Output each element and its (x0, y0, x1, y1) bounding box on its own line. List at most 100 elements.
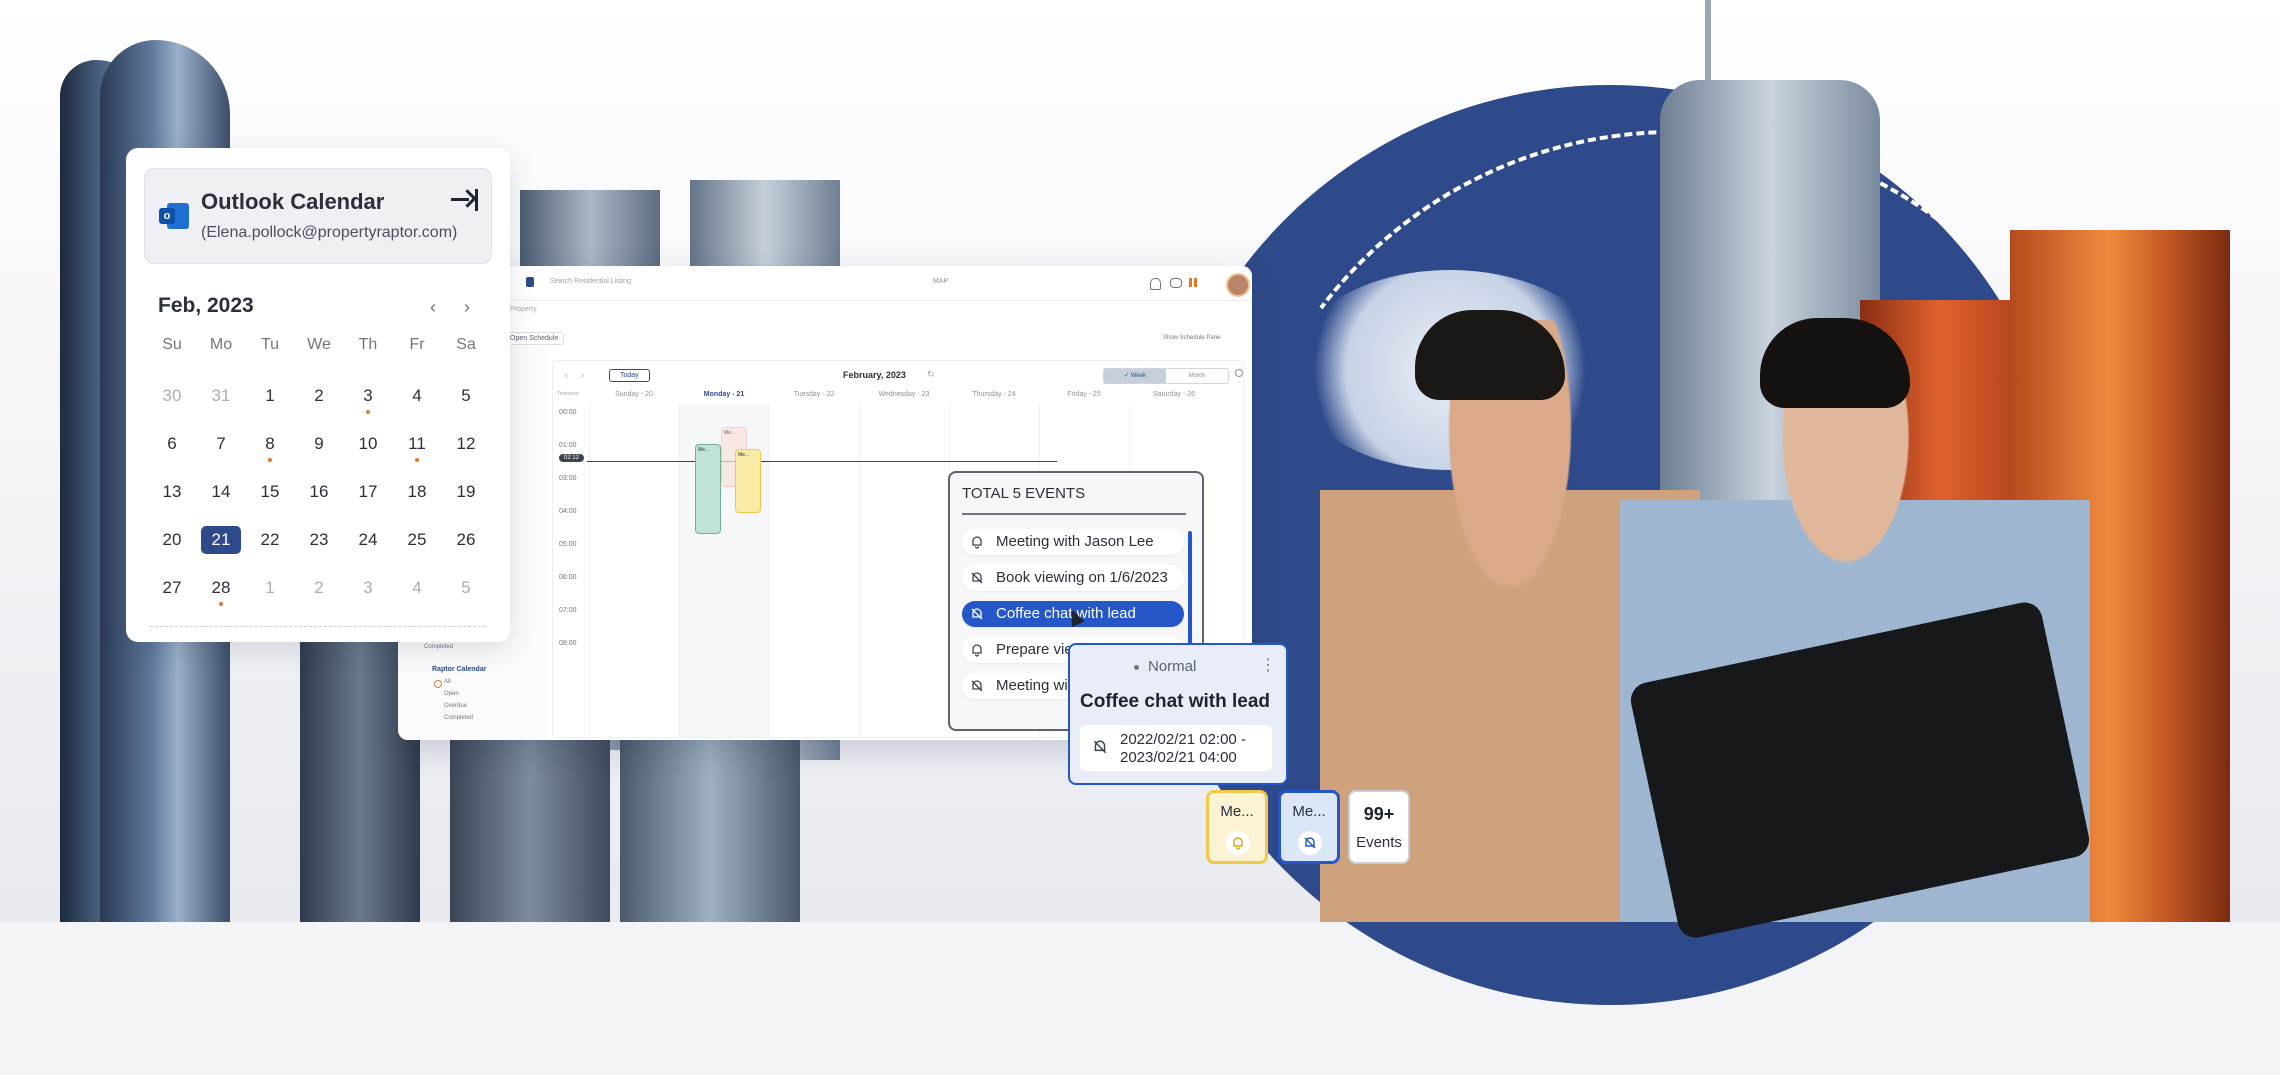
day-header[interactable]: Wednesday - 23 (859, 391, 949, 398)
calendar-day[interactable]: 30 (152, 382, 192, 410)
prev-week-icon[interactable]: ‹ (565, 370, 568, 380)
bell-icon[interactable] (1150, 278, 1161, 290)
today-button[interactable]: Today (609, 369, 650, 382)
calendar-day[interactable]: 3 (348, 574, 388, 602)
filter-overdue[interactable]: Overdue (444, 703, 467, 709)
calendar-day[interactable]: 2 (299, 574, 339, 602)
weekday-label: Th (358, 336, 378, 353)
calendar-day[interactable]: 16 (299, 478, 339, 506)
calendar-day[interactable]: 20 (152, 526, 192, 554)
calendar-day[interactable]: 18 (397, 478, 437, 506)
calendar-day[interactable]: 5 (446, 574, 486, 602)
calendar-day[interactable]: 8 (250, 430, 290, 462)
event-indicator-dot (268, 458, 272, 462)
calendar-day[interactable]: 22 (250, 526, 290, 554)
divider (150, 626, 486, 627)
calendar-day[interactable]: 23 (299, 526, 339, 554)
day-header[interactable]: Sunday - 20 (589, 391, 679, 398)
bookmark-icon[interactable] (526, 277, 534, 287)
chevron-right-icon[interactable]: › (456, 296, 478, 318)
calendar-day[interactable]: 7 (201, 430, 241, 458)
show-schedule-pane-toggle[interactable]: Show Schedule Pane (1163, 335, 1220, 341)
more-options-icon[interactable]: ⋮ (1260, 655, 1276, 675)
calendar-day[interactable]: 14 (201, 478, 241, 506)
radio-all[interactable] (434, 680, 442, 688)
map-button[interactable]: MAP (933, 278, 948, 285)
calendar-day[interactable]: 4 (397, 382, 437, 410)
calendar-event-block[interactable]: Me... (735, 449, 761, 513)
day-header[interactable]: Tuesday - 22 (769, 391, 859, 398)
mini-calendar-month: Feb, 2023 (158, 294, 254, 317)
weekday-label: We (307, 336, 331, 353)
calendar-day[interactable]: 11 (397, 430, 437, 462)
calendar-day[interactable]: 31 (201, 382, 241, 410)
calendar-day[interactable]: 3 (348, 382, 388, 414)
calendar-day[interactable]: 4 (397, 574, 437, 602)
calendar-day[interactable]: 6 (152, 430, 192, 458)
event-indicator-dot (366, 410, 370, 414)
search-icon[interactable] (1235, 369, 1243, 377)
chevron-left-icon[interactable]: ‹ (422, 296, 444, 318)
event-chip[interactable]: Me... (1206, 790, 1268, 864)
filter-open[interactable]: Open (444, 691, 459, 697)
calendar-day[interactable]: 5 (446, 382, 486, 410)
event-indicator-dot (219, 602, 223, 606)
calendar-day[interactable]: 24 (348, 526, 388, 554)
avatar[interactable] (1226, 273, 1250, 297)
grid-line (769, 403, 770, 737)
filter-all[interactable]: All (444, 679, 451, 685)
hour-label: 07:00 (559, 607, 577, 614)
event-chip[interactable]: Me... (1278, 790, 1340, 864)
calendar-day[interactable]: 26 (446, 526, 486, 554)
search-input[interactable]: Search Residential Listing (550, 278, 631, 285)
calendar-day[interactable]: 12 (446, 430, 486, 458)
day-header[interactable]: Saturday - 26 (1129, 391, 1219, 398)
calendar-day[interactable]: 17 (348, 478, 388, 506)
day-header[interactable]: Thursday - 24 (949, 391, 1039, 398)
calendar-day[interactable]: 25 (397, 526, 437, 554)
event-label: Me... (698, 447, 710, 453)
event-list-label: Meeting with Jason Lee (996, 533, 1154, 550)
next-week-icon[interactable]: › (581, 370, 584, 380)
calendar-day[interactable]: 9 (299, 430, 339, 458)
events-count-title: TOTAL 5 EVENTS (962, 485, 1086, 502)
refresh-icon[interactable]: ↻ (927, 369, 935, 380)
calendar-day[interactable]: 28 (201, 574, 241, 606)
event-list-item[interactable]: Book viewing on 1/6/2023 (962, 565, 1184, 591)
calendar-day[interactable]: 10 (348, 430, 388, 458)
apps-grid-icon[interactable] (1189, 278, 1198, 287)
calendar-day[interactable]: 27 (152, 574, 192, 602)
open-schedule-button[interactable]: Open Schedule (504, 332, 565, 345)
calendar-month-title: February, 2023 (843, 370, 906, 380)
bell-icon (972, 644, 982, 657)
event-detail-card[interactable]: Normal ⋮ Coffee chat with lead 2022/02/2… (1068, 643, 1288, 785)
weekday-label: Su (162, 336, 182, 353)
tower-antenna (1705, 0, 1711, 90)
weekday-label: Fr (409, 336, 425, 353)
chat-icon[interactable] (1170, 278, 1182, 288)
event-time-box: 2022/02/21 02:00 - 2023/02/21 04:00 (1080, 725, 1272, 771)
event-list-item[interactable]: Meeting with Jason Lee (962, 529, 1184, 555)
grid-line (679, 403, 680, 737)
calendar-day[interactable]: 19 (446, 478, 486, 506)
calendar-day[interactable]: 1 (250, 574, 290, 602)
logout-icon[interactable] (451, 187, 481, 213)
events-count-chip[interactable]: 99+ Events (1348, 790, 1410, 864)
outlook-logo-icon: o (159, 203, 189, 231)
raptor-calendar-title: Raptor Calendar (432, 666, 487, 673)
filter-completed[interactable]: Completed (444, 715, 473, 721)
calendar-event-block[interactable]: Me... (695, 444, 721, 534)
event-priority: Normal (1148, 658, 1197, 675)
day-header-active[interactable]: Monday - 21 (679, 391, 769, 398)
calendar-day[interactable]: 1 (250, 382, 290, 410)
week-view-button[interactable]: ✓ Week (1104, 369, 1166, 383)
outlook-account-header: o Outlook Calendar (Elena.pollock@proper… (144, 168, 492, 264)
calendar-day[interactable]: 13 (152, 478, 192, 506)
breadcrumb[interactable]: Property (510, 306, 536, 313)
day-header[interactable]: Friday - 25 (1039, 391, 1129, 398)
calendar-day[interactable]: 15 (250, 478, 290, 506)
calendar-day[interactable]: 2 (299, 382, 339, 410)
month-view-button[interactable]: Month (1166, 369, 1228, 383)
filter-completed[interactable]: Completed (424, 644, 453, 650)
calendar-day[interactable]: 21 (201, 526, 241, 554)
